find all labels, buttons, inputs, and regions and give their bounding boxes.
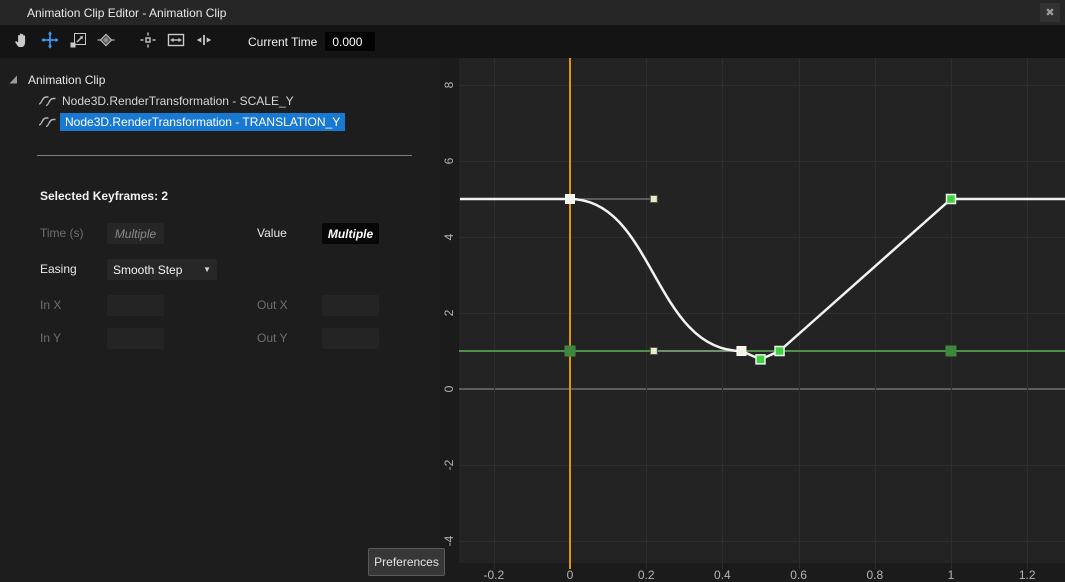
out-y-label: Out Y: [257, 328, 287, 349]
move-tool-button[interactable]: [38, 29, 62, 55]
keyframe-tool-button[interactable]: [94, 29, 118, 55]
inspector-panel: Animation Clip Node3D.RenderTransformati…: [0, 58, 440, 582]
out-y-input[interactable]: [322, 328, 379, 349]
current-time-input[interactable]: [325, 32, 375, 51]
keyframe-marker-selected[interactable]: [737, 347, 746, 356]
y-axis-tick-label: -4: [442, 536, 456, 547]
keyframe-marker[interactable]: [756, 355, 765, 364]
curve-track-icon: [38, 94, 57, 108]
split-arrows-icon: [195, 31, 213, 52]
y-axis-tick-label: 8: [442, 82, 456, 89]
in-y-input[interactable]: [107, 328, 164, 349]
y-axis-tick-label: 6: [442, 158, 456, 165]
track-keyframe-marker[interactable]: [565, 346, 576, 357]
y-axis-tick-label: 2: [442, 310, 456, 317]
tangent-handle[interactable]: [650, 348, 657, 355]
close-icon: ✖: [1045, 6, 1054, 19]
fit-horizontal-tool-button[interactable]: [164, 29, 188, 55]
expander-triangle-icon[interactable]: [8, 74, 19, 85]
keyframe-marker[interactable]: [947, 195, 956, 204]
out-x-input[interactable]: [322, 295, 379, 316]
translation-y-curve[interactable]: [460, 199, 1065, 359]
scale-tool-button[interactable]: [66, 29, 90, 55]
in-x-input[interactable]: [107, 295, 164, 316]
y-axis-tick-label: -2: [442, 460, 456, 471]
x-axis-tick-label: 1: [948, 568, 955, 582]
x-axis-tick-label: 0.8: [866, 568, 883, 582]
hand-icon: [13, 31, 31, 52]
y-axis-tick-label: 0: [442, 386, 456, 393]
track-keyframe-marker[interactable]: [946, 346, 957, 357]
x-axis-tick-label: 0.6: [790, 568, 807, 582]
pan-tool-button[interactable]: [10, 29, 34, 55]
panel-divider: [37, 155, 412, 156]
tangent-handle[interactable]: [650, 196, 657, 203]
keyframe-diamond-icon: [97, 31, 115, 52]
in-x-label: In X: [40, 295, 61, 316]
titlebar: Animation Clip Editor - Animation Clip ✖: [0, 0, 1065, 25]
x-axis-tick-label: 0.4: [714, 568, 731, 582]
time-label: Time (s): [40, 223, 84, 244]
curve-editor-graph[interactable]: 8 6 4 2 0 -2 -4 -0.2 0 0.2 0.4 0.6 0.8 1 1.2: [440, 58, 1065, 582]
tree-root-row[interactable]: Animation Clip: [8, 69, 105, 90]
curves-layer: [440, 58, 1065, 582]
tree-item-label-selected: Node3D.RenderTransformation - TRANSLATIO…: [60, 113, 345, 131]
keyframe-marker[interactable]: [775, 347, 784, 356]
preferences-label: Preferences: [374, 555, 439, 569]
time-input[interactable]: [107, 223, 164, 244]
curve-track-icon: [38, 115, 57, 129]
keyframe-marker-selected[interactable]: [566, 195, 575, 204]
value-label: Value: [257, 223, 287, 244]
scale-icon: [69, 31, 87, 52]
selected-keyframes-label: Selected Keyframes: 2: [40, 189, 168, 203]
tree-item-label: Node3D.RenderTransformation - SCALE_Y: [62, 94, 294, 108]
center-keyframe-tool-button[interactable]: [136, 29, 160, 55]
easing-label: Easing: [40, 259, 77, 280]
out-x-label: Out X: [257, 295, 288, 316]
value-input[interactable]: [322, 223, 379, 244]
tree-root-label: Animation Clip: [28, 73, 105, 87]
x-axis-tick-label: 1.2: [1019, 568, 1036, 582]
animation-clip-editor-window: Animation Clip Editor - Animation Clip ✖: [0, 0, 1065, 582]
tree-item-translation-y[interactable]: Node3D.RenderTransformation - TRANSLATIO…: [38, 111, 345, 132]
crosshair-center-icon: [139, 31, 157, 52]
window-title: Animation Clip Editor - Animation Clip: [27, 6, 226, 20]
x-axis-tick-label: -0.2: [483, 568, 504, 582]
easing-value: Smooth Step: [113, 263, 182, 277]
y-axis-tick-label: 4: [442, 234, 456, 241]
close-button[interactable]: ✖: [1040, 3, 1060, 22]
toolbar: Current Time: [0, 25, 1065, 58]
easing-dropdown[interactable]: Smooth Step ▼: [107, 259, 217, 280]
current-time-label: Current Time: [248, 35, 317, 49]
pan-horizontal-tool-button[interactable]: [192, 29, 216, 55]
x-axis-tick-label: 0: [567, 568, 574, 582]
fit-width-icon: [167, 31, 185, 52]
x-axis-tick-label: 0.2: [638, 568, 655, 582]
in-y-label: In Y: [40, 328, 61, 349]
preferences-button[interactable]: Preferences: [368, 548, 445, 576]
chevron-down-icon: ▼: [203, 265, 211, 274]
tree-item-scale-y[interactable]: Node3D.RenderTransformation - SCALE_Y: [38, 90, 294, 111]
move-arrows-icon: [41, 31, 59, 52]
